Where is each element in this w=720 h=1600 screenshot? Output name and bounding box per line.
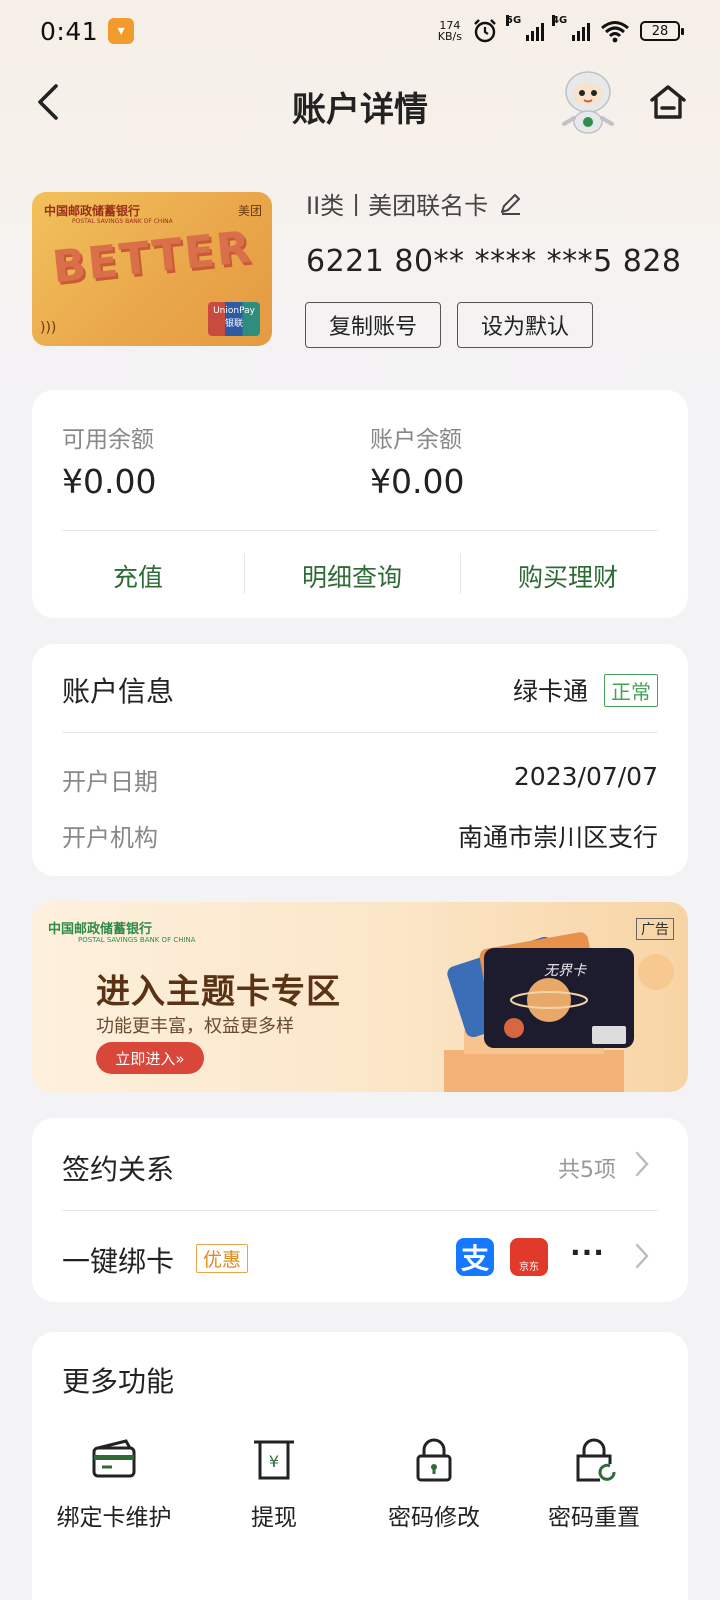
wifi-icon (601, 21, 629, 43)
lock-icon (416, 1438, 452, 1482)
branch-label: 开户机构 (62, 824, 158, 852)
signing-panel: 签约关系 共5项 一键绑卡 优惠 支 京东 ··· (32, 1118, 688, 1302)
banner-bank-name-en: POSTAL SAVINGS BANK OF CHINA (78, 936, 196, 944)
card-number: 6221 80** **** ***5 828 (306, 244, 682, 279)
account-product-name: 绿卡通 (512, 677, 588, 706)
card-art-text: BETTER (49, 221, 255, 294)
function-label: 密码修改 (388, 1505, 480, 1531)
card-icon (92, 1439, 136, 1478)
function-label: 密码重置 (548, 1505, 640, 1531)
signing-divider (62, 1210, 658, 1211)
change-password-button[interactable]: 密码修改 (352, 1436, 516, 1532)
card-type-label: II类丨美团联名卡 (306, 192, 489, 220)
balance-panel: 可用余额 ¥0.00 账户余额 ¥0.00 充值 明细查询 购买理财 (32, 390, 688, 618)
open-date-value: 2023/07/07 (513, 762, 658, 791)
available-balance-label: 可用余额 (62, 427, 154, 453)
jd-icon: 京东 (510, 1238, 548, 1276)
alipay-icon: 支 (456, 1238, 494, 1276)
more-icon: ··· (570, 1236, 605, 1269)
account-info-title: 账户信息 (62, 675, 175, 708)
copy-account-button[interactable]: 复制账号 (305, 302, 441, 348)
signal-icon-sim1: 5G (506, 15, 544, 41)
account-balance-value: ¥0.00 (370, 462, 465, 501)
signing-count[interactable]: 共5项 (558, 1152, 616, 1184)
more-functions-title: 更多功能 (62, 1365, 175, 1398)
withdraw-icon: ¥ (254, 1440, 294, 1480)
set-default-button[interactable]: 设为默认 (457, 302, 593, 348)
battery-icon: 28 (640, 21, 684, 41)
function-label: 提现 (251, 1505, 297, 1531)
transaction-query-button[interactable]: 明细查询 (244, 558, 460, 594)
network-speed: 174 KB/s (438, 20, 462, 42)
banner-title: 进入主题卡专区 (96, 972, 341, 1012)
notification-app-icon: ▾ (108, 18, 135, 44)
buy-wealth-button[interactable]: 购买理财 (460, 558, 676, 594)
status-bar: 0:41 ▾ 174 KB/s 5G 4G 28 (0, 0, 720, 62)
card-partner-logo: 美团 (237, 204, 262, 218)
card-bank-name: 中国邮政储蓄银行 (44, 204, 141, 218)
card-bank-name-en: POSTAL SAVINGS BANK OF CHINA (72, 218, 173, 225)
withdraw-button[interactable]: ¥ 提现 (192, 1436, 356, 1532)
available-balance-value: ¥0.00 (62, 462, 157, 501)
unionpay-logo: UnionPay 银联 (208, 302, 260, 336)
balance-divider (62, 530, 658, 531)
banner-cards-illustration (444, 932, 674, 1092)
more-functions-panel: 更多功能 绑定卡维护 ¥ 提现 密码修改 密码重置 (32, 1332, 688, 1600)
status-time: 0:41 (40, 16, 99, 46)
signal-icon-sim2: 4G (552, 15, 590, 41)
nfc-icon: ))) (40, 320, 57, 336)
theme-card-banner[interactable]: 中国邮政储蓄银行 POSTAL SAVINGS BANK OF CHINA 广告… (32, 902, 688, 1092)
account-status-badge: 正常 (604, 674, 658, 707)
recharge-button[interactable]: 充值 (32, 558, 244, 594)
banner-bank-name: 中国邮政储蓄银行 (48, 922, 153, 937)
svg-text:¥: ¥ (269, 1452, 279, 1471)
promo-badge: 优惠 (196, 1244, 249, 1273)
chevron-right-icon[interactable] (634, 1242, 650, 1270)
reset-password-button[interactable]: 密码重置 (512, 1436, 676, 1532)
status-icons: 174 KB/s 5G 4G 28 (438, 15, 684, 44)
function-label: 绑定卡维护 (56, 1505, 172, 1531)
chevron-right-icon[interactable] (634, 1150, 650, 1178)
branch-value: 南通市崇川区支行 (457, 823, 658, 852)
banner-card-name: 无界卡 (544, 963, 586, 979)
home-icon[interactable] (648, 82, 688, 122)
open-date-label: 开户日期 (62, 768, 158, 796)
alarm-icon (474, 19, 496, 43)
assistant-robot-icon[interactable] (556, 66, 620, 136)
network-speed-unit: KB/s (437, 30, 462, 43)
banner-enter-button[interactable]: 立即进入» (96, 1042, 204, 1074)
banner-subtitle: 功能更丰富，权益更多样 (96, 1016, 294, 1037)
bank-card-image: 中国邮政储蓄银行 POSTAL SAVINGS BANK OF CHINA 美团… (32, 192, 272, 346)
sim2-tag: 4G (552, 15, 568, 26)
signing-relations-title[interactable]: 签约关系 (62, 1148, 174, 1188)
sim1-tag: 5G (506, 15, 522, 26)
nav-header: 账户详情 (0, 62, 720, 142)
bound-card-maintenance-button[interactable]: 绑定卡维护 (32, 1436, 196, 1532)
info-divider (62, 732, 658, 733)
one-click-bind-title[interactable]: 一键绑卡 (62, 1240, 174, 1280)
account-balance-label: 账户余额 (370, 427, 462, 453)
lock-reset-icon (576, 1438, 616, 1482)
account-info-panel: 账户信息 绿卡通 正常 开户日期 2023/07/07 开户机构 南通市崇川区支… (32, 644, 688, 876)
edit-icon[interactable] (498, 190, 524, 216)
